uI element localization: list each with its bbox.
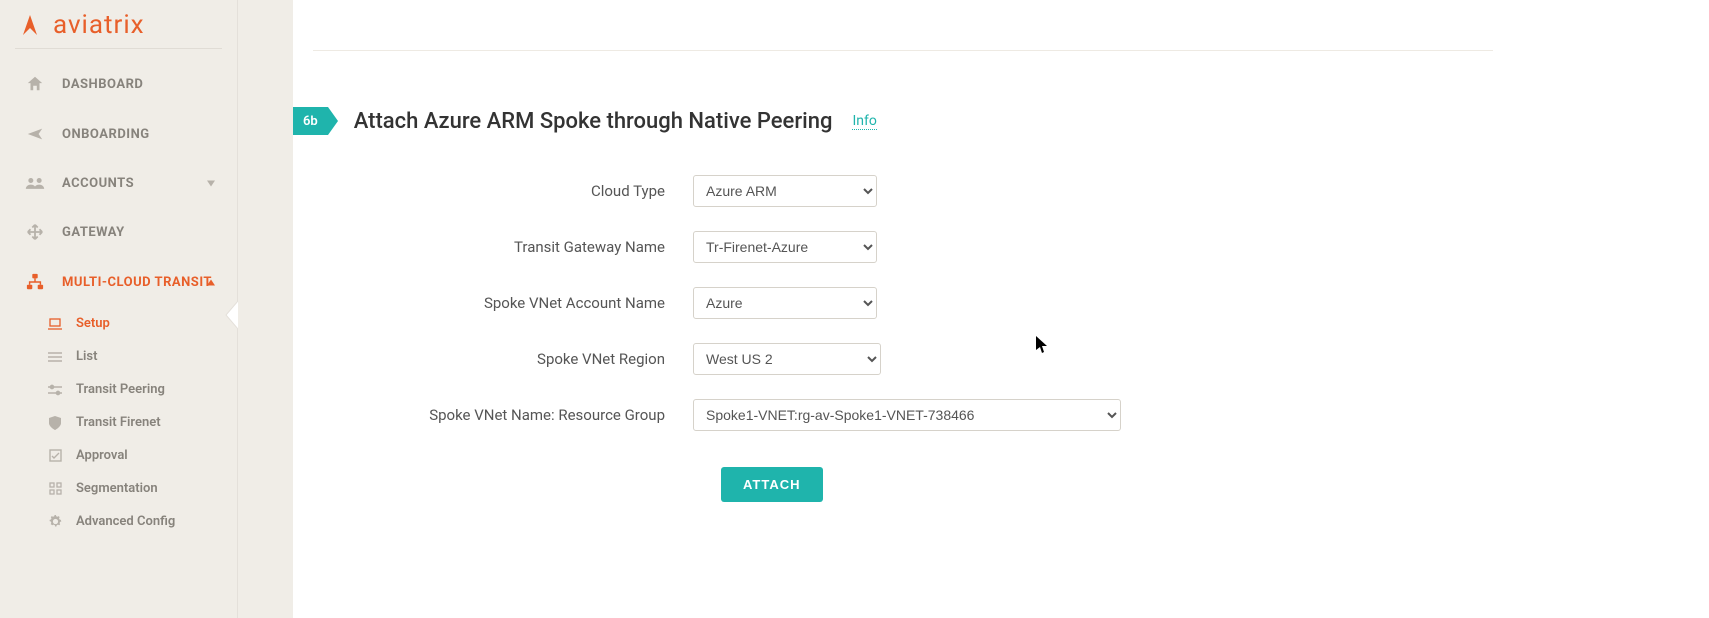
select-spoke-vnet-account-name[interactable]: Azure bbox=[693, 287, 877, 319]
brand-logo[interactable]: aviatrix bbox=[15, 10, 222, 40]
subnav-list[interactable]: List bbox=[0, 340, 237, 373]
select-spoke-vnet-region[interactable]: West US 2 bbox=[693, 343, 881, 375]
select-transit-gateway-name[interactable]: Tr-Firenet-Azure bbox=[693, 231, 877, 263]
nav-multi-cloud-transit[interactable]: MULTI-CLOUD TRANSIT bbox=[0, 257, 237, 307]
active-notch bbox=[224, 301, 238, 329]
aviatrix-logo-icon bbox=[15, 13, 45, 37]
row-cloud-type: Cloud Type Azure ARM bbox=[293, 175, 1709, 207]
subnav-advanced-config[interactable]: Advanced Config bbox=[0, 505, 237, 538]
label-transit-gateway-name: Transit Gateway Name bbox=[293, 238, 693, 256]
nav-gateway[interactable]: GATEWAY bbox=[0, 207, 237, 257]
subnav-approval[interactable]: Approval bbox=[0, 439, 237, 472]
subnav-transit-peering-label: Transit Peering bbox=[76, 382, 165, 397]
step-tag: 6b bbox=[293, 107, 338, 135]
users-icon bbox=[24, 175, 46, 191]
label-spoke-vnet-region: Spoke VNet Region bbox=[293, 350, 693, 368]
shield-icon bbox=[48, 416, 62, 430]
subnav-list-label: List bbox=[76, 349, 97, 364]
network-icon bbox=[24, 273, 46, 291]
step-header: 6b Attach Azure ARM Spoke through Native… bbox=[293, 107, 1709, 135]
nav-gateway-label: GATEWAY bbox=[62, 225, 125, 240]
list-icon bbox=[48, 351, 62, 363]
row-spoke-vnet-region: Spoke VNet Region West US 2 bbox=[293, 343, 1709, 375]
nav-accounts[interactable]: ACCOUNTS bbox=[0, 159, 237, 207]
primary-nav: DASHBOARD ONBOARDING ACCOUNTS GATEWAY bbox=[0, 59, 237, 307]
plane-icon bbox=[24, 125, 46, 143]
nav-accounts-label: ACCOUNTS bbox=[62, 176, 134, 191]
label-spoke-vnet-name-rg: Spoke VNet Name: Resource Group bbox=[293, 406, 693, 424]
attach-button[interactable]: ATTACH bbox=[721, 467, 823, 502]
nav-dashboard-label: DASHBOARD bbox=[62, 77, 143, 92]
subnav-transit-firenet-label: Transit Firenet bbox=[76, 415, 161, 430]
select-spoke-vnet-name-rg[interactable]: Spoke1-VNET:rg-av-Spoke1-VNET-738466 bbox=[693, 399, 1121, 431]
section-divider bbox=[313, 50, 1493, 51]
caret-up-icon bbox=[207, 275, 215, 290]
label-spoke-vnet-account-name: Spoke VNet Account Name bbox=[293, 294, 693, 312]
nav-multi-cloud-transit-label: MULTI-CLOUD TRANSIT bbox=[62, 275, 212, 290]
home-icon bbox=[24, 75, 46, 93]
gear-icon bbox=[48, 515, 62, 528]
select-cloud-type[interactable]: Azure ARM bbox=[693, 175, 877, 207]
info-link[interactable]: Info bbox=[852, 113, 876, 130]
sidebar: aviatrix DASHBOARD ONBOARDING ACCOUNTS bbox=[0, 0, 238, 618]
step-tag-arrow bbox=[328, 107, 338, 135]
multi-cloud-transit-subnav: Setup List Transit Peering Transit Firen… bbox=[0, 307, 237, 538]
nav-onboarding[interactable]: ONBOARDING bbox=[0, 109, 237, 159]
subnav-setup-label: Setup bbox=[76, 316, 110, 331]
attach-form: Cloud Type Azure ARM Transit Gateway Nam… bbox=[293, 175, 1709, 502]
grid-icon bbox=[48, 482, 62, 495]
brand-name: aviatrix bbox=[53, 10, 145, 40]
move-icon bbox=[24, 223, 46, 241]
row-transit-gateway-name: Transit Gateway Name Tr-Firenet-Azure bbox=[293, 231, 1709, 263]
row-spoke-vnet-account-name: Spoke VNet Account Name Azure bbox=[293, 287, 1709, 319]
subnav-transit-firenet[interactable]: Transit Firenet bbox=[0, 406, 237, 439]
subnav-segmentation[interactable]: Segmentation bbox=[0, 472, 237, 505]
subnav-setup[interactable]: Setup bbox=[0, 307, 237, 340]
subnav-advanced-config-label: Advanced Config bbox=[76, 514, 175, 529]
check-square-icon bbox=[48, 449, 62, 462]
subnav-transit-peering[interactable]: Transit Peering bbox=[0, 373, 237, 406]
label-cloud-type: Cloud Type bbox=[293, 182, 693, 200]
nav-onboarding-label: ONBOARDING bbox=[62, 127, 150, 142]
step-number: 6b bbox=[293, 107, 328, 135]
logo-area: aviatrix bbox=[15, 0, 222, 49]
button-row: ATTACH bbox=[293, 467, 1709, 502]
row-spoke-vnet-name-rg: Spoke VNet Name: Resource Group Spoke1-V… bbox=[293, 399, 1709, 431]
nav-dashboard[interactable]: DASHBOARD bbox=[0, 59, 237, 109]
main-content: 6b Attach Azure ARM Spoke through Native… bbox=[293, 0, 1709, 618]
caret-down-icon bbox=[207, 176, 215, 191]
step-title: Attach Azure ARM Spoke through Native Pe… bbox=[354, 109, 833, 134]
subnav-segmentation-label: Segmentation bbox=[76, 481, 158, 496]
subnav-approval-label: Approval bbox=[76, 448, 128, 463]
sliders-icon bbox=[48, 384, 62, 396]
laptop-icon bbox=[48, 318, 62, 330]
